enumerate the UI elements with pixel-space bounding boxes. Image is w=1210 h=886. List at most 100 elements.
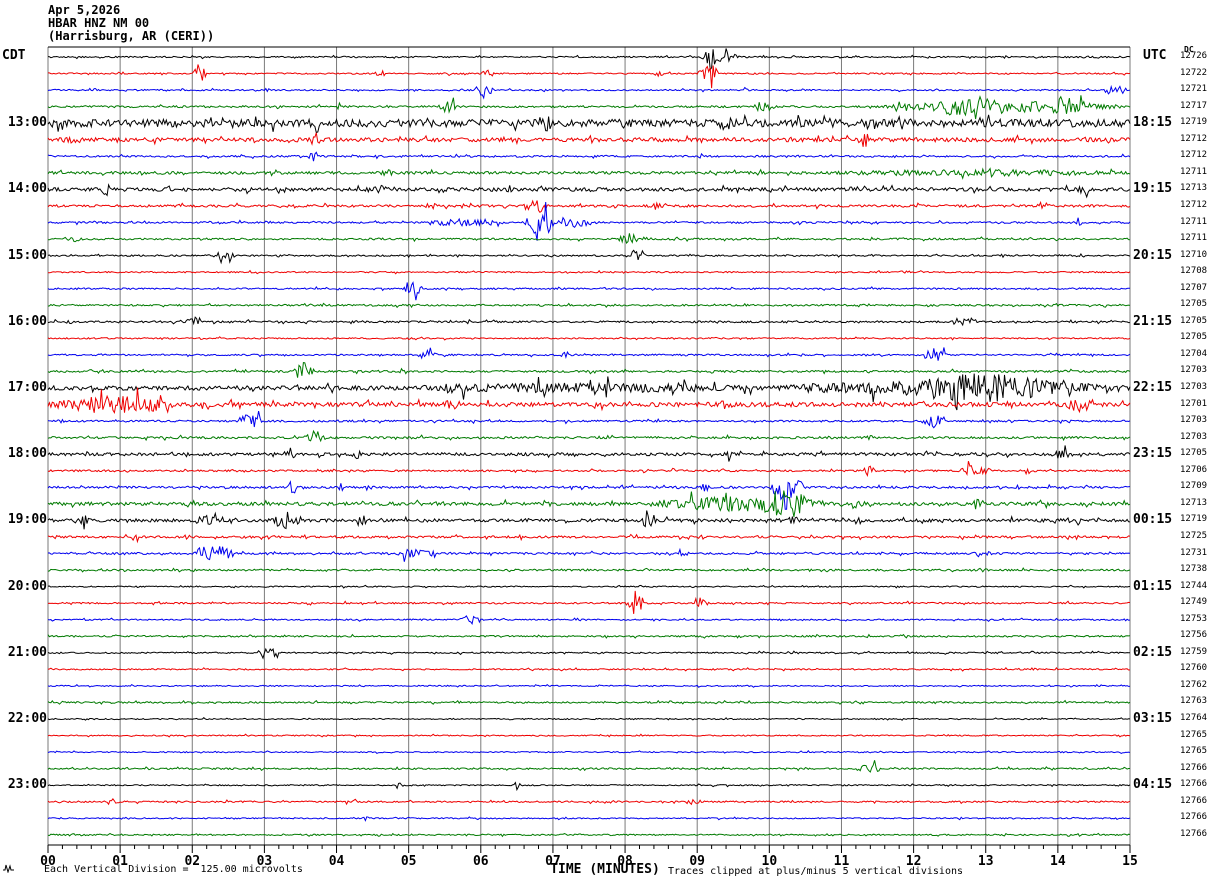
trace-row-red [48, 64, 1131, 89]
trace-row-blue [47, 750, 1131, 755]
trace-row-black [47, 48, 1131, 71]
dc-offset-value: 12763 [1180, 696, 1208, 707]
trace-row-blue [47, 615, 1131, 626]
trace-row-black [47, 584, 1131, 589]
trace-row-red [47, 733, 1131, 738]
trace-row-green [47, 429, 1131, 443]
dc-offset-value: 12703 [1180, 365, 1208, 376]
dc-offset-value: 12738 [1180, 564, 1208, 575]
dc-offset-value: 12710 [1180, 249, 1208, 260]
cdt-time-2200: 22:00 [7, 711, 47, 726]
trace-row-red [47, 269, 1131, 275]
helicorder-screen: Apr 5,2026 HBAR HNZ NM 00 (Harrisburg, A… [0, 0, 1210, 886]
dc-offset-value: 12711 [1180, 216, 1208, 227]
dc-offset-value: 12712 [1180, 150, 1208, 161]
utc-time-0215: 02:15 [1133, 644, 1173, 660]
scale-note: Each Vertical Division = 125.00 microvol… [44, 864, 303, 875]
trace-row-black [47, 510, 1131, 530]
trace-row-blue [47, 410, 1131, 429]
dc-offset-value: 12719 [1180, 117, 1208, 128]
minute-label-14: 14 [1050, 854, 1066, 869]
trace-row-blue [47, 347, 1131, 361]
dc-offset-value: 12707 [1180, 282, 1208, 293]
trace-row-red [47, 132, 1131, 147]
cdt-time-2300: 23:00 [7, 777, 47, 793]
dc-offset-value: 12705 [1180, 332, 1208, 343]
trace-row-green [47, 699, 1131, 705]
dc-offset-value: 12760 [1180, 663, 1208, 674]
trace-row-green [48, 232, 1131, 244]
trace-row-black [47, 113, 1131, 134]
trace-row-blue [47, 683, 1131, 688]
dc-offset-value: 12712 [1180, 133, 1208, 144]
utc-time-0415: 04:15 [1133, 777, 1173, 793]
dc-offset-value: 12722 [1180, 67, 1208, 78]
dc-offset-value: 12704 [1180, 348, 1208, 359]
cdt-time-1300: 13:00 [7, 115, 47, 131]
dc-offset-value: 12708 [1180, 266, 1208, 277]
utc-time-2215: 22:15 [1133, 380, 1173, 395]
trace-row-green [47, 832, 1131, 838]
utc-time-1915: 19:15 [1133, 181, 1173, 197]
trace-row-black [47, 316, 1130, 327]
dc-offset-value: 12703 [1180, 431, 1208, 442]
minute-label-15: 15 [1122, 854, 1138, 869]
trace-row-green [47, 567, 1131, 573]
dc-offset-value: 12759 [1180, 646, 1208, 657]
trace-row-green [47, 302, 1131, 309]
trace-row-blue [47, 201, 1131, 241]
trace-row-green [47, 95, 1131, 120]
trace-row-green [47, 490, 1131, 517]
dc-offset-value: 12766 [1180, 812, 1208, 823]
dc-offset-value: 12711 [1180, 166, 1208, 177]
trace-row-green [47, 167, 1131, 180]
dc-offset-value: 12713 [1180, 497, 1208, 508]
dc-offset-value: 12711 [1180, 233, 1208, 244]
minute-label-04: 04 [328, 854, 345, 869]
trace-row-black [47, 716, 1131, 721]
dc-offset-value: 12701 [1180, 398, 1208, 409]
dc-offset-value: 12726 [1180, 51, 1208, 61]
dc-offset-value: 12765 [1180, 729, 1208, 740]
dc-offset-value: 12764 [1180, 713, 1208, 723]
trace-row-green [47, 362, 1131, 378]
trace-row-blue [47, 281, 1130, 301]
dc-offset-value: 12766 [1180, 762, 1208, 773]
corner-mark [2, 861, 41, 886]
trace-row-green [47, 760, 1130, 773]
dc-offset-value: 12703 [1180, 382, 1208, 392]
clip-note: Traces clipped at plus/minus 5 vertical … [668, 866, 964, 877]
trace-row-red [47, 199, 1131, 213]
trace-row-red [47, 336, 1131, 341]
dc-offset-value: 12731 [1180, 547, 1208, 558]
dc-offset-value: 12717 [1180, 100, 1208, 111]
dc-offset-value: 12765 [1180, 746, 1208, 757]
trace-row-red [47, 533, 1131, 544]
trace-row-green [47, 633, 1131, 639]
seismogram-plot [47, 46, 1131, 853]
utc-time-0315: 03:15 [1133, 711, 1173, 726]
trace-row-red [47, 666, 1131, 672]
dc-offset-value: 12725 [1180, 530, 1208, 541]
dc-offset-value: 12766 [1180, 779, 1208, 790]
cdt-time-2100: 21:00 [7, 644, 47, 660]
utc-time-0115: 01:15 [1133, 578, 1173, 594]
utc-time-2315: 23:15 [1133, 446, 1173, 462]
trace-row-blue [47, 84, 1131, 100]
cdt-time-1700: 17:00 [7, 380, 47, 395]
dc-offset-value: 12756 [1180, 630, 1208, 641]
utc-time-0015: 00:15 [1133, 512, 1173, 528]
trace-row-red [47, 797, 1131, 806]
dc-offset-value: 12709 [1180, 481, 1208, 492]
dc-offset-value: 12749 [1180, 597, 1208, 608]
trace-row-red [47, 461, 1131, 478]
dc-offset-value: 12705 [1180, 448, 1208, 459]
trace-row-red [47, 387, 1131, 414]
minute-label-13: 13 [977, 854, 994, 869]
dc-offset-value: 12713 [1180, 183, 1208, 194]
dc-offset-value: 12753 [1180, 613, 1208, 624]
dc-offset-value: 12766 [1180, 795, 1208, 806]
utc-time-2015: 20:15 [1133, 247, 1173, 263]
dc-offset-value: 12721 [1180, 84, 1208, 95]
dc-offset-value: 12766 [1180, 828, 1208, 839]
